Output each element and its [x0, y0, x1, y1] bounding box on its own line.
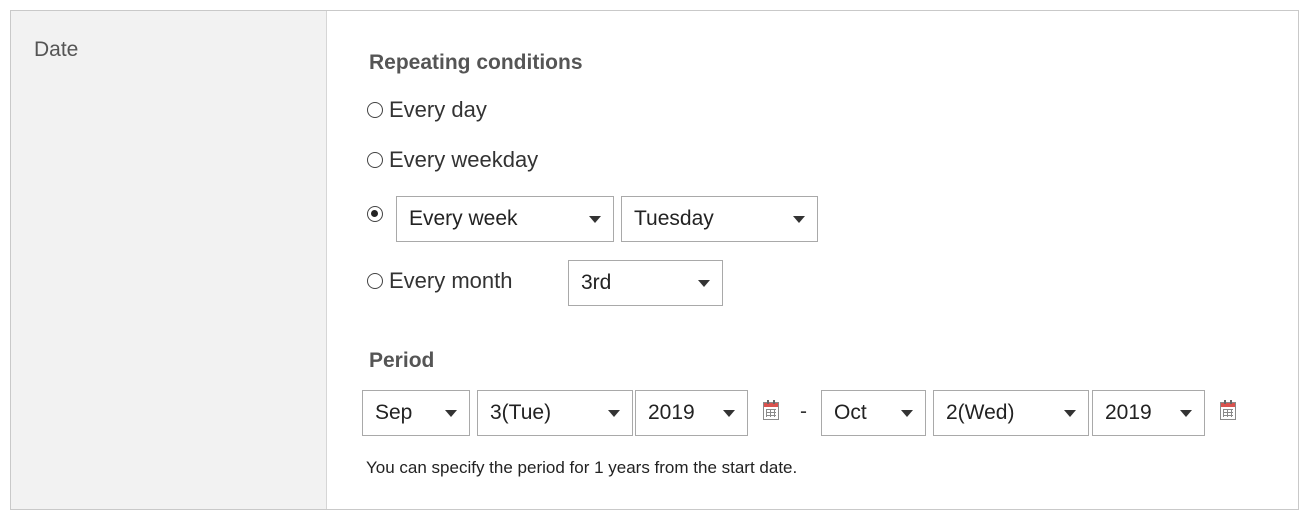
radio-icon-selected[interactable] — [367, 206, 383, 222]
start-year-select[interactable]: 2019 — [635, 390, 748, 436]
radio-icon[interactable] — [367, 102, 383, 118]
radio-every-week[interactable] — [367, 206, 389, 222]
radio-every-weekday[interactable]: Every weekday — [367, 147, 538, 173]
radio-label-every-weekday: Every weekday — [389, 147, 539, 172]
chevron-down-icon — [608, 409, 620, 417]
chevron-down-icon — [901, 409, 913, 417]
radio-icon[interactable] — [367, 152, 383, 168]
chevron-down-icon — [1064, 409, 1076, 417]
period-separator: - — [800, 400, 807, 423]
radio-label-every-day: Every day — [389, 97, 487, 122]
weekday-select[interactable]: Tuesday — [621, 196, 818, 242]
radio-every-month[interactable]: Every month — [367, 268, 513, 294]
start-day-select[interactable]: 3(Tue) — [477, 390, 633, 436]
chevron-down-icon — [1180, 409, 1192, 417]
radio-icon[interactable] — [367, 273, 383, 289]
end-calendar-icon[interactable] — [1220, 400, 1236, 420]
end-month-select[interactable]: Oct — [821, 390, 926, 436]
period-title: Period — [369, 349, 435, 372]
end-year-select[interactable]: 2019 — [1092, 390, 1205, 436]
chevron-down-icon — [698, 279, 710, 287]
start-month-value: Sep — [375, 401, 413, 424]
field-label-cell: Date — [11, 11, 327, 509]
radio-every-day[interactable]: Every day — [367, 97, 487, 123]
chevron-down-icon — [445, 409, 457, 417]
month-ordinal-value: 3rd — [581, 271, 612, 294]
start-month-select[interactable]: Sep — [362, 390, 470, 436]
start-day-value: 3(Tue) — [490, 401, 552, 424]
month-ordinal-select[interactable]: 3rd — [568, 260, 723, 306]
end-year-value: 2019 — [1105, 401, 1152, 424]
end-month-value: Oct — [834, 401, 867, 424]
chevron-down-icon — [793, 215, 805, 223]
period-note: You can specify the period for 1 years f… — [366, 458, 798, 477]
start-year-value: 2019 — [648, 401, 695, 424]
weekday-value: Tuesday — [634, 207, 714, 230]
week-frequency-value: Every week — [409, 207, 518, 230]
radio-label-every-month: Every month — [389, 268, 513, 293]
date-field-panel: Date Repeating conditions Every day Ever… — [10, 10, 1299, 510]
chevron-down-icon — [589, 215, 601, 223]
field-label: Date — [34, 38, 79, 61]
week-frequency-select[interactable]: Every week — [396, 196, 614, 242]
chevron-down-icon — [723, 409, 735, 417]
start-calendar-icon[interactable] — [763, 400, 779, 420]
end-day-select[interactable]: 2(Wed) — [933, 390, 1089, 436]
repeating-conditions-title: Repeating conditions — [369, 51, 583, 74]
end-day-value: 2(Wed) — [946, 401, 1015, 424]
field-content-cell: Repeating conditions Every day Every wee… — [327, 11, 1298, 509]
